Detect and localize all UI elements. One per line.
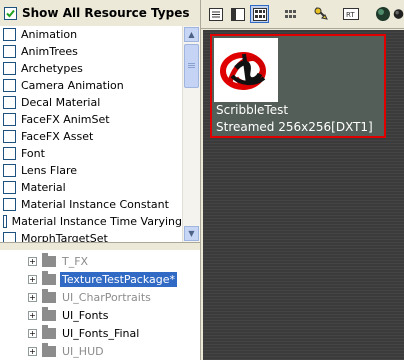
resource-type-item[interactable]: Decal Material bbox=[0, 94, 182, 111]
resource-type-label: Material Instance Time Varying bbox=[11, 215, 182, 228]
resource-type-item[interactable]: Archetypes bbox=[0, 60, 182, 77]
resource-type-label: MorphTargetSet bbox=[21, 232, 108, 242]
resource-type-item[interactable]: Material bbox=[0, 179, 182, 196]
list-view-button[interactable] bbox=[206, 5, 225, 23]
split-view-button[interactable] bbox=[228, 5, 247, 23]
package-label: T_FX bbox=[62, 254, 89, 268]
resource-type-label: Material bbox=[21, 181, 66, 194]
resource-type-checkbox[interactable] bbox=[3, 232, 16, 242]
resource-type-label: FaceFX Asset bbox=[21, 130, 94, 143]
realtime-icon: RT bbox=[342, 8, 359, 20]
resource-type-item[interactable]: Camera Animation bbox=[0, 77, 182, 94]
resource-type-checkbox[interactable] bbox=[3, 79, 16, 92]
package-icon bbox=[42, 252, 56, 267]
thumbnail-viewport[interactable]: ScribbleTest Streamed 256x256[DXT1] bbox=[203, 30, 404, 360]
resource-type-item[interactable]: Font bbox=[0, 145, 182, 162]
resource-type-checkbox[interactable] bbox=[3, 62, 16, 75]
list-view-icon bbox=[208, 7, 223, 21]
resource-type-checkbox[interactable] bbox=[3, 45, 16, 58]
package-tree-item[interactable]: + UI_HUD bbox=[0, 342, 200, 360]
split-view-icon bbox=[230, 7, 245, 21]
sphere-icon bbox=[375, 7, 390, 21]
package-icon bbox=[42, 324, 56, 339]
resource-type-checkbox[interactable] bbox=[3, 164, 16, 177]
asset-thumbnail-image bbox=[214, 38, 278, 102]
filter-icon bbox=[314, 7, 328, 20]
left-panel: Show All Resource Types Animation AnimTre… bbox=[0, 0, 201, 360]
resource-type-checkbox[interactable] bbox=[3, 130, 16, 143]
right-panel: RT ScribbleTest Streamed 256x256[DXT1] bbox=[201, 0, 404, 360]
resource-type-checkbox[interactable] bbox=[3, 147, 16, 160]
expand-icon[interactable]: + bbox=[28, 310, 37, 320]
resource-type-item[interactable]: MorphTargetSet bbox=[0, 230, 182, 242]
package-label: UI_CharPortraits bbox=[62, 290, 151, 304]
resource-type-item[interactable]: Animation bbox=[0, 26, 182, 43]
resource-type-list: Animation AnimTrees Archetypes Camera Anima… bbox=[0, 26, 182, 242]
package-icon bbox=[42, 288, 56, 303]
filter-header: Show All Resource Types bbox=[0, 0, 200, 27]
thumbnail-view-icon bbox=[252, 7, 267, 21]
package-tree-item[interactable]: + UI_Fonts_Final bbox=[0, 324, 200, 342]
package-tree-item[interactable]: + UI_Fonts bbox=[0, 306, 200, 324]
scribble-texture-icon bbox=[214, 38, 278, 102]
resource-type-item[interactable]: FaceFX AnimSet bbox=[0, 111, 182, 128]
expand-icon[interactable]: + bbox=[28, 328, 37, 338]
vertical-scrollbar[interactable]: ▲ ▼ bbox=[182, 26, 200, 242]
package-icon bbox=[42, 342, 56, 357]
scroll-down-button[interactable]: ▼ bbox=[184, 226, 199, 241]
asset-info: Streamed 256x256[DXT1] bbox=[216, 120, 373, 134]
package-icon bbox=[42, 270, 56, 285]
resource-type-item[interactable]: Material Instance Constant bbox=[0, 196, 182, 213]
thumbnail-view-button[interactable] bbox=[250, 5, 269, 23]
sphere-button[interactable] bbox=[373, 5, 392, 23]
resource-type-label: FaceFX AnimSet bbox=[21, 113, 110, 126]
sphere-dark-icon bbox=[393, 9, 404, 19]
scroll-thumb[interactable] bbox=[184, 44, 199, 88]
show-all-label: Show All Resource Types bbox=[22, 6, 190, 20]
resource-type-checkbox[interactable] bbox=[3, 113, 16, 126]
grid-size-icon bbox=[284, 10, 296, 18]
resource-type-item[interactable]: Lens Flare bbox=[0, 162, 182, 179]
resource-type-checkbox[interactable] bbox=[3, 28, 16, 41]
grid-size-button[interactable] bbox=[281, 5, 300, 23]
asset-thumbnail-card[interactable]: ScribbleTest Streamed 256x256[DXT1] bbox=[210, 34, 386, 138]
resource-type-label: AnimTrees bbox=[21, 45, 78, 58]
package-tree-item[interactable]: + TextureTestPackage* bbox=[0, 270, 200, 288]
package-label: UI_HUD bbox=[62, 344, 104, 358]
resource-type-checkbox[interactable] bbox=[3, 96, 16, 109]
sphere-dark-button[interactable] bbox=[393, 5, 404, 23]
package-icon bbox=[42, 306, 56, 321]
expand-icon[interactable]: + bbox=[28, 292, 37, 302]
resource-type-item[interactable]: AnimTrees bbox=[0, 43, 182, 60]
realtime-button[interactable]: RT bbox=[341, 5, 360, 23]
package-label: TextureTestPackage* bbox=[58, 270, 179, 288]
package-tree-item[interactable]: + UI_CharPortraits bbox=[0, 288, 200, 306]
resource-type-checkbox[interactable] bbox=[3, 215, 7, 228]
svg-text:RT: RT bbox=[346, 11, 355, 19]
package-tree-item[interactable]: + T_FX bbox=[0, 252, 200, 270]
resource-type-label: Font bbox=[21, 147, 45, 160]
resource-type-label: Material Instance Constant bbox=[21, 198, 169, 211]
resource-type-checkbox[interactable] bbox=[3, 198, 16, 211]
show-all-checkbox[interactable] bbox=[4, 6, 17, 20]
resource-type-label: Archetypes bbox=[21, 62, 83, 75]
resource-type-label: Decal Material bbox=[21, 96, 101, 109]
expand-icon[interactable]: + bbox=[28, 256, 37, 266]
resource-type-item[interactable]: Material Instance Time Varying bbox=[0, 213, 182, 230]
scroll-up-button[interactable]: ▲ bbox=[184, 27, 199, 42]
package-tree: + T_FX + TextureTestPackage* + UI_CharPortrai… bbox=[0, 250, 200, 360]
browser-toolbar: RT bbox=[201, 0, 404, 29]
package-label: UI_Fonts_Final bbox=[62, 326, 140, 340]
resource-type-label: Animation bbox=[21, 28, 78, 41]
expand-icon[interactable]: + bbox=[28, 346, 37, 356]
asset-name: ScribbleTest bbox=[216, 103, 289, 117]
filter-button[interactable] bbox=[311, 5, 330, 23]
resource-type-item[interactable]: FaceFX Asset bbox=[0, 128, 182, 145]
resource-type-checkbox[interactable] bbox=[3, 181, 16, 194]
resource-type-label: Camera Animation bbox=[21, 79, 124, 92]
expand-icon[interactable]: + bbox=[28, 274, 37, 284]
package-label: UI_Fonts bbox=[62, 308, 109, 322]
checkmark-icon bbox=[6, 9, 15, 17]
resource-type-label: Lens Flare bbox=[21, 164, 78, 177]
